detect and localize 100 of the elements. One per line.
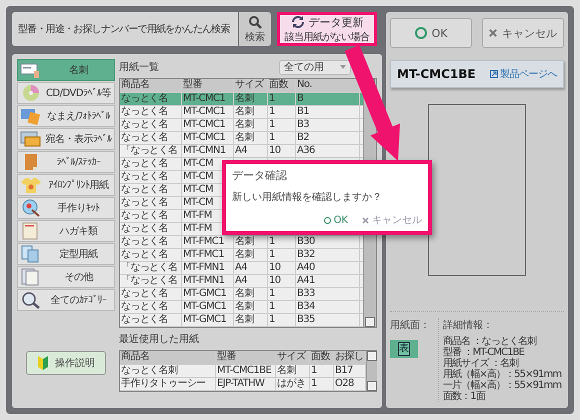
- detail-line: 型番 ：MT-CMC1BE: [443, 347, 526, 358]
- table-cell: 名刺: [234, 288, 268, 300]
- dialog-ok-button[interactable]: OK: [324, 213, 348, 227]
- column-header[interactable]: サイズ: [234, 79, 268, 92]
- table-row[interactable]: なっとく名 MT-FMC1 名刺 1 B30: [120, 236, 363, 249]
- fan-icon: [20, 199, 42, 217]
- category-item[interactable]: ﾗﾍﾞﾙ/ｽﾃｯｶｰ: [17, 151, 115, 173]
- table-row[interactable]: なっとく名 MT-CMC1 名刺 1 B1: [120, 106, 363, 119]
- table-cell: 1: [268, 249, 296, 261]
- table-cell: なっとく名: [120, 223, 182, 235]
- table-cell: 1: [268, 236, 296, 248]
- column-header[interactable]: 型番: [216, 351, 276, 364]
- table-cell: B2: [296, 132, 360, 144]
- category-item[interactable]: ｱｲﾛﾝﾌﾟﾘﾝﾄ用紙: [17, 174, 115, 196]
- external-link-icon: [490, 70, 498, 78]
- table-cell: なっとく名: [120, 314, 182, 326]
- table-cell: B1: [296, 106, 360, 118]
- table-cell: なっとく名: [120, 93, 182, 105]
- table-cell: A41: [296, 275, 360, 287]
- table-cell: なっとく名: [120, 106, 182, 118]
- table-row[interactable]: 「なっとく名 MT-FMN1 A4 10 A40: [120, 262, 363, 275]
- table-cell: MT-GMC1: [182, 314, 234, 326]
- category-item[interactable]: CD/DVDﾗﾍﾞﾙ等: [17, 82, 115, 104]
- table-cell: MT-GMC1: [182, 288, 234, 300]
- circle-icon: [414, 27, 427, 39]
- table-cell: MT-CMN1: [182, 145, 234, 157]
- product-page-link[interactable]: 製品ページへ: [490, 67, 557, 81]
- table-cell: なっとく名: [120, 132, 182, 144]
- table-cell: 10: [268, 275, 296, 287]
- category-item[interactable]: 手作りｷｯﾄ: [17, 197, 115, 219]
- table-cell: MT-CMC1: [182, 132, 234, 144]
- table-cell: 1: [268, 314, 296, 326]
- table-cell: 1: [268, 132, 296, 144]
- table-cell: なっとく名: [120, 301, 182, 313]
- table-row[interactable]: なっとく名 MT-CMC1 名刺 1 B: [120, 93, 363, 106]
- table-cell: 名刺: [234, 301, 268, 313]
- search-button[interactable]: 検索: [239, 12, 271, 46]
- table-cell: 1: [268, 93, 296, 105]
- table-row[interactable]: なっとく名 MT-GMC1 名刺 1 B34: [120, 301, 363, 314]
- table-cell: A4: [234, 262, 268, 274]
- column-header[interactable]: 面数: [268, 79, 296, 92]
- category-item[interactable]: その他: [17, 266, 115, 288]
- table-cell: 10: [268, 145, 296, 157]
- table-cell: A4: [234, 275, 268, 287]
- table-cell: A40: [296, 262, 360, 274]
- detail-line: 面数：1面: [443, 391, 486, 402]
- close-icon: [362, 216, 369, 224]
- dialog-message: 新しい用紙情報を確認しますか？: [232, 190, 383, 204]
- category-item[interactable]: ハガキ類: [17, 220, 115, 242]
- category-item[interactable]: 全てのｶﾃｺﾞﾘｰ: [17, 289, 115, 311]
- table-cell: 1: [268, 288, 296, 300]
- cancel-button[interactable]: キャンセル: [482, 18, 564, 48]
- table-row[interactable]: 「なっとく名 MT-FMN1 A4 10 A41: [120, 275, 363, 288]
- table-cell: B3: [296, 119, 360, 131]
- table-cell: B: [296, 93, 360, 105]
- leaf-icon: [37, 355, 49, 371]
- table-cell: MT-FMN1: [182, 262, 234, 274]
- table-row[interactable]: 「なっとく名 MT-CMN1 A4 10 A36: [120, 145, 363, 158]
- table-cell: 手作りタトゥーシー: [120, 378, 216, 390]
- scrollbar[interactable]: [366, 351, 377, 391]
- section-title: 用紙一覧: [119, 61, 159, 74]
- table-row[interactable]: なっとく名 MT-GMC1 名刺 1 B33: [120, 288, 363, 301]
- table-cell: なっとく名: [120, 119, 182, 131]
- detail-line: 一片（幅×高）：55×91mm: [443, 380, 562, 391]
- field-label: 用紙面：: [390, 319, 431, 332]
- table-cell: 名刺: [234, 132, 268, 144]
- table-row[interactable]: なっとく名 MT-CMC1 名刺 1 B2: [120, 132, 363, 145]
- table-cell: 1: [268, 106, 296, 118]
- detail-line: 商品名 ：なっとく名刺: [443, 336, 538, 347]
- table-cell: 1: [268, 301, 296, 313]
- update-button[interactable]: データ更新 該当用紙がない場合: [277, 12, 377, 46]
- table-cell: A36: [296, 145, 360, 157]
- table-row[interactable]: なっとく名 MT-CMC1 名刺 1 B3: [120, 119, 363, 132]
- ok-button[interactable]: OK: [390, 18, 472, 48]
- table-cell: B34: [296, 301, 360, 313]
- close-icon: [489, 28, 497, 38]
- category-item[interactable]: 名刺: [17, 59, 115, 81]
- help-button[interactable]: 操作説明: [26, 351, 106, 375]
- filter-dropdown[interactable]: 全ての用: [279, 60, 351, 74]
- table-cell: 名刺: [234, 249, 268, 261]
- column-header[interactable]: サイズ: [276, 351, 310, 364]
- table-cell: 名刺: [234, 314, 268, 326]
- table-cell: B33: [296, 288, 360, 300]
- table-cell: なっとく名: [120, 184, 182, 196]
- table-cell: B32: [296, 249, 360, 261]
- table-cell: A4: [234, 145, 268, 157]
- table-row[interactable]: なっとく名 MT-FMC1 名刺 1 B32: [120, 249, 363, 262]
- category-item[interactable]: 定型用紙: [17, 243, 115, 265]
- table-cell: なっとく名: [120, 236, 182, 248]
- column-header[interactable]: 面数: [310, 351, 334, 364]
- dialog-title: データ確認: [232, 168, 288, 183]
- search-field[interactable]: 型番・用途・お探しナンバーで用紙をかんたん検索: [12, 12, 238, 46]
- category-item[interactable]: なまえ/ﾌｫﾄﾗﾍﾞﾙ: [17, 105, 115, 127]
- table-cell: EJP-TATHW: [216, 378, 276, 390]
- category-item[interactable]: 宛名・表示ﾗﾍﾞﾙ: [17, 128, 115, 150]
- column-header[interactable]: 型番: [182, 79, 234, 92]
- table-cell: 「なっとく名: [120, 262, 182, 274]
- section-title: 最近使用した用紙: [119, 332, 199, 346]
- photo-icon: [20, 107, 42, 125]
- table-row[interactable]: なっとく名 MT-GMC1 名刺 1 B35: [120, 314, 363, 327]
